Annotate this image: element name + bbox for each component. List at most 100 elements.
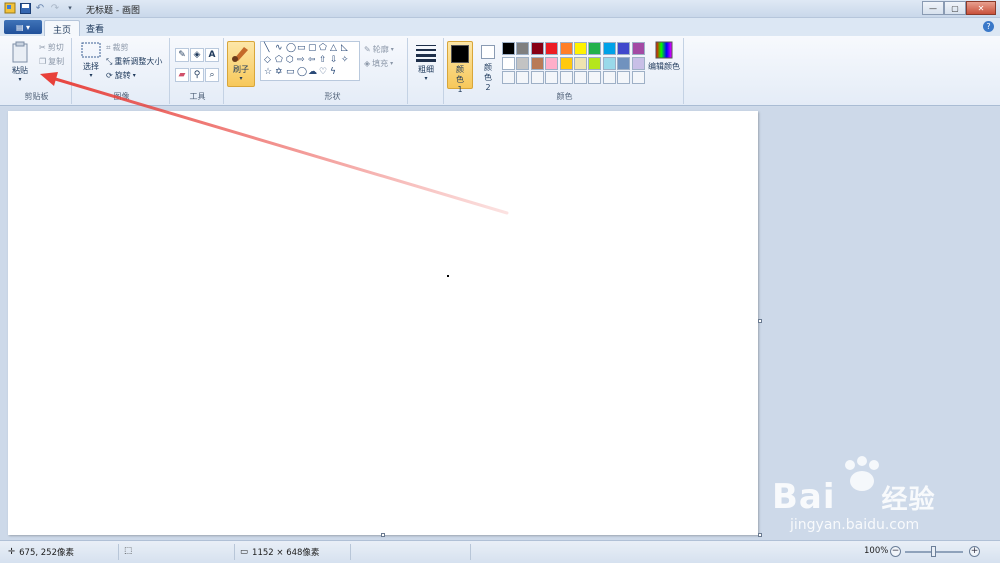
hexagon-shape-icon[interactable]: ⬡ (286, 55, 294, 65)
custom-color-swatch[interactable] (617, 71, 631, 84)
palette-color-swatch[interactable] (617, 42, 631, 55)
palette-color-swatch[interactable] (502, 56, 515, 70)
customize-toolbar-icon[interactable]: ▾ (64, 2, 76, 14)
size-button[interactable]: 粗细 ▾ (414, 42, 438, 82)
diamond-shape-icon[interactable]: ◇ (264, 55, 271, 65)
select-button[interactable]: 选择 ▾ (78, 41, 104, 79)
copy-button[interactable]: ❐ 复制 (39, 56, 64, 67)
help-icon[interactable]: ? (983, 21, 994, 32)
cursor-position-value: 675, 252像素 (19, 548, 74, 558)
polygon-shape-icon[interactable]: ⬠ (319, 43, 327, 53)
line-shape-icon[interactable]: ╲ (264, 43, 269, 53)
fill-button[interactable]: ◈ 填充 ▾ (364, 58, 393, 69)
heart-shape-icon[interactable]: ♡ (319, 67, 327, 77)
redo-icon[interactable]: ↷ (49, 2, 61, 14)
palette-color-swatch[interactable] (530, 42, 544, 55)
callout-rectangle-shape-icon[interactable]: ▭ (286, 67, 295, 77)
paint-app-icon[interactable] (4, 2, 16, 14)
minimize-button[interactable]: — (922, 1, 944, 15)
tab-view[interactable]: 查看 (78, 20, 112, 36)
maximize-button[interactable]: ▢ (944, 1, 966, 15)
five-point-star-shape-icon[interactable]: ☆ (264, 67, 272, 77)
size-label: 粗细 (418, 65, 434, 74)
custom-color-swatch[interactable] (602, 71, 616, 84)
palette-color-swatch[interactable] (559, 56, 573, 70)
oval-shape-icon[interactable]: ◯ (286, 43, 296, 53)
palette-color-swatch[interactable] (631, 42, 645, 55)
paint-menu-button[interactable]: ▤ ▾ (4, 20, 42, 34)
custom-color-swatch[interactable] (502, 71, 515, 84)
palette-color-swatch[interactable] (516, 56, 530, 70)
curve-shape-icon[interactable]: ∿ (275, 43, 283, 53)
save-icon[interactable] (19, 2, 31, 14)
brushes-button[interactable]: 刷子 ▾ (227, 41, 255, 87)
palette-color-swatch[interactable] (588, 42, 602, 55)
palette-color-swatch[interactable] (631, 56, 645, 70)
eraser-icon[interactable]: ▰ (175, 68, 189, 82)
down-arrow-shape-icon[interactable]: ⇩ (330, 55, 338, 65)
zoom-out-button[interactable]: − (890, 546, 901, 557)
left-arrow-shape-icon[interactable]: ⇦ (308, 55, 316, 65)
pencil-icon[interactable]: ✎ (175, 48, 189, 62)
custom-color-swatch[interactable] (588, 71, 602, 84)
custom-color-swatch[interactable] (559, 71, 573, 84)
selection-icon: ⬚ (124, 546, 133, 556)
palette-color-swatch[interactable] (602, 42, 616, 55)
cut-button[interactable]: ✂ 剪切 (39, 42, 64, 53)
custom-color-swatch[interactable] (545, 71, 559, 84)
crop-button[interactable]: ⌗ 裁剪 (106, 42, 129, 53)
palette-color-swatch[interactable] (617, 56, 631, 70)
fill-icon[interactable]: ◈ (190, 48, 204, 62)
magnifier-icon[interactable]: ⌕ (205, 68, 219, 82)
pentagon-shape-icon[interactable]: ⬠ (275, 55, 283, 65)
custom-color-swatch[interactable] (631, 71, 645, 84)
right-triangle-shape-icon[interactable]: ◺ (341, 43, 348, 53)
resize-button[interactable]: ⤡ 重新调整大小 (106, 56, 162, 67)
triangle-shape-icon[interactable]: △ (330, 43, 337, 53)
right-arrow-shape-icon[interactable]: ⇨ (297, 55, 305, 65)
outline-button[interactable]: ✎ 轮廓 ▾ (364, 44, 394, 55)
six-point-star-shape-icon[interactable]: ✡ (275, 67, 283, 77)
lightning-shape-icon[interactable]: ϟ (330, 67, 336, 77)
window-title: 无标题 - 画图 (86, 6, 140, 16)
palette-color-swatch[interactable] (502, 42, 515, 55)
palette-color-swatch[interactable] (545, 56, 559, 70)
custom-color-swatch[interactable] (530, 71, 544, 84)
edit-colors-button[interactable]: 编辑颜色 (646, 41, 682, 72)
tab-home[interactable]: 主页 (44, 20, 81, 36)
drawing-canvas[interactable] (8, 111, 758, 535)
palette-color-swatch[interactable] (574, 42, 587, 55)
close-button[interactable]: ✕ (966, 1, 996, 15)
callout-oval-shape-icon[interactable]: ◯ (297, 67, 307, 77)
palette-color-swatch[interactable] (530, 56, 544, 70)
rounded-rectangle-shape-icon[interactable]: ▢ (308, 43, 317, 53)
palette-color-swatch[interactable] (516, 42, 530, 55)
zoom-in-button[interactable]: + (969, 546, 980, 557)
resize-handle-right[interactable] (758, 319, 762, 323)
four-point-star-shape-icon[interactable]: ✧ (341, 55, 349, 65)
palette-color-swatch[interactable] (559, 42, 573, 55)
custom-color-swatch[interactable] (516, 71, 530, 84)
up-arrow-shape-icon[interactable]: ⇧ (319, 55, 327, 65)
palette-color-swatch[interactable] (602, 56, 616, 70)
custom-color-swatch[interactable] (574, 71, 587, 84)
zoom-slider-thumb[interactable] (931, 546, 936, 557)
color2-button[interactable]: 颜色 2 (476, 41, 500, 93)
size-dropdown-icon: ▾ (424, 75, 428, 82)
palette-color-swatch[interactable] (574, 56, 587, 70)
text-icon[interactable]: A (205, 48, 219, 62)
color-picker-icon[interactable]: ⚲ (190, 68, 204, 82)
rotate-button[interactable]: ⟳ 旋转 ▾ (106, 70, 136, 81)
paste-button[interactable]: 粘贴 ▾ (8, 41, 32, 83)
image-group: 选择 ▾ ⌗ 裁剪 ⤡ 重新调整大小 ⟳ 旋转 ▾ 图像 (74, 38, 170, 104)
select-label: 选择 (83, 62, 99, 71)
color1-button[interactable]: 颜色 1 (447, 41, 473, 94)
menu-icon: ▤ ▾ (15, 22, 31, 32)
callout-cloud-shape-icon[interactable]: ☁ (308, 67, 317, 77)
color1-swatch (451, 45, 469, 63)
palette-color-swatch[interactable] (588, 56, 602, 70)
undo-icon[interactable]: ↶ (34, 2, 46, 14)
rectangle-shape-icon[interactable]: ▭ (297, 43, 306, 53)
palette-color-swatch[interactable] (545, 42, 559, 55)
resize-handle-bottom[interactable] (381, 533, 385, 537)
